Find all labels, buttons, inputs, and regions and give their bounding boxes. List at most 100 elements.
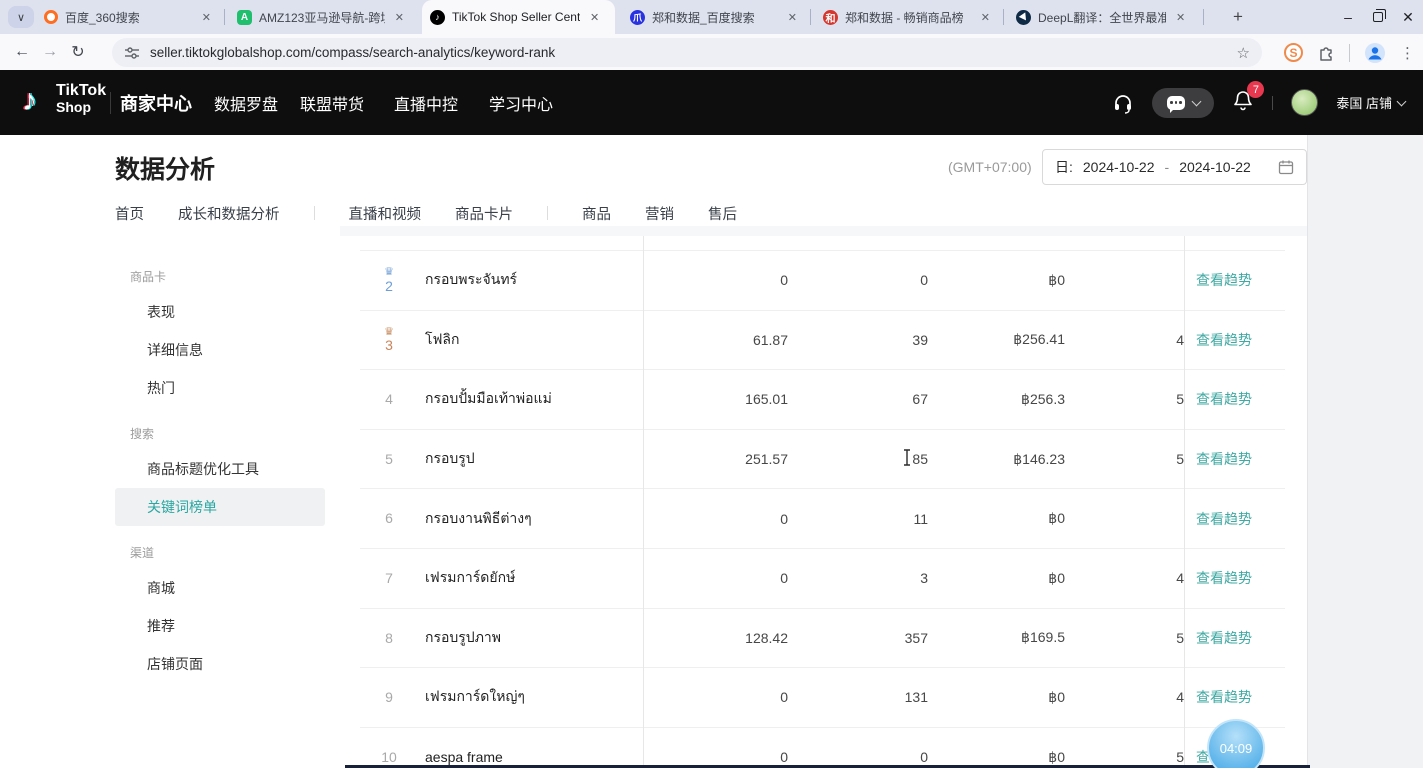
url-bar[interactable]: seller.tiktokglobalshop.com/compass/sear… [112,38,1262,67]
view-trend-link[interactable]: 查看趋势 [1196,251,1252,310]
sidebar-item-shop-page[interactable]: 店铺页面 [115,645,325,683]
tab-separator [314,206,315,220]
metric-value-1: 251.57 [660,430,788,489]
crown-icon: ♛ [384,267,394,279]
nav-seller-center[interactable]: 商家中心 [120,70,192,135]
url-text[interactable]: seller.tiktokglobalshop.com/compass/sear… [150,45,1227,60]
sidebar-item-performance[interactable]: 表现 [115,293,325,331]
tab-product[interactable]: 商品 [582,203,611,224]
shop-avatar[interactable] [1291,89,1318,116]
tab-home[interactable]: 首页 [115,203,144,224]
back-button[interactable]: ← [8,38,36,66]
zhenghe-favicon: 和 [823,10,838,25]
nav-learning-center[interactable]: 学习中心 [489,70,553,135]
chevron-down-icon [1397,96,1407,106]
sidebar-item-mall[interactable]: 商城 [115,569,325,607]
metric-value-1: 0 [660,489,788,548]
keyword-cell: เฟรมการ์ดยักษ์ [425,549,637,608]
table-row: 6 กรอบงานพิธีต่างๆ 3 0 11 ฿0 查看趋势 [360,489,1285,549]
new-tab-button[interactable]: + [1225,4,1251,30]
metric-value-1: 0 [660,668,788,727]
metric-value-1: 0 [660,728,788,768]
extension-s-icon[interactable]: S [1284,43,1303,62]
metric-value-2-text: 11 [913,511,928,527]
view-trend-link[interactable]: 查看趋势 [1196,668,1252,727]
sidebar-item-details[interactable]: 详细信息 [115,331,325,369]
keyword-cell: กรอบรูปภาพ [425,609,637,668]
browser-tab[interactable]: A AMZ123亚马逊导航-跨境 ✕ [229,0,415,34]
browser-tab[interactable]: DeepL翻译：全世界最准确 ✕ [1008,0,1198,34]
tab-close-icon[interactable]: ✕ [785,10,800,25]
view-trend-link[interactable]: 查看趋势 [1196,370,1252,429]
sidebar-item-recommend[interactable]: 推荐 [115,607,325,645]
metric-value-2: 131 [800,668,928,727]
reload-button[interactable]: ↻ [64,38,92,66]
sidebar-item-keyword-rank[interactable]: 关键词榜单 [115,488,325,526]
tab-search-button[interactable]: ∨ [8,6,34,28]
rank-value: 7 [385,571,393,586]
sidebar-item-trending[interactable]: 热门 [115,369,325,407]
headset-icon[interactable] [1112,92,1134,114]
rank-cell: 6 [360,489,418,548]
nav-data-compass[interactable]: 数据罗盘 [214,70,278,135]
logo-line2: Shop [56,100,106,115]
tiktok-logo-icon: ♪ [22,84,37,118]
view-trend-link[interactable]: 查看趋势 [1196,430,1252,489]
bookmark-star-icon[interactable]: ☆ [1237,44,1250,62]
view-trend-link[interactable]: 查看趋势 [1196,489,1252,548]
window-close-button[interactable]: ✕ [1393,0,1423,34]
notifications-button[interactable]: 7 [1232,89,1254,116]
site-settings-icon[interactable] [124,45,140,61]
keyword-cell: กรอบพระจันทร์ [425,251,637,310]
view-trend-link[interactable]: 查看趋势 [1196,549,1252,608]
extensions-puzzle-icon[interactable] [1317,44,1335,62]
date-range-picker[interactable]: 日: 2024-10-22 - 2024-10-22 [1042,149,1307,185]
metric-value-2: 0 [800,251,928,310]
clipped-right-value: 4 [1172,549,1184,608]
browser-menu-icon[interactable]: ⋮ [1400,44,1415,62]
view-trend-link[interactable]: 查看趋势 [1196,311,1252,370]
chevron-down-icon: ∨ [17,11,25,24]
tab-aftersale[interactable]: 售后 [708,203,737,224]
nav-live-center[interactable]: 直播中控 [394,70,458,135]
window-restore-button[interactable] [1363,0,1393,34]
tab-close-icon[interactable]: ✕ [199,10,214,25]
rank-value: 2 [385,279,393,294]
browser-tab-active[interactable]: ♪ TikTok Shop Seller Cente ✕ [422,0,615,34]
window-minimize-button[interactable]: – [1333,0,1363,34]
keyword-cell: กรอบปั้มมือเท้าพ่อแม่ [425,370,637,429]
date-separator: - [1165,159,1170,175]
forward-button[interactable]: → [36,38,64,66]
rank-value: 5 [385,452,393,467]
browser-toolbar: ← → ↻ seller.tiktokglobalshop.com/compas… [0,34,1423,70]
tab-close-icon[interactable]: ✕ [587,10,602,25]
rank-cell: ♛ 2 [360,251,418,310]
tab-growth-analytics[interactable]: 成长和数据分析 [178,203,280,224]
profile-icon[interactable] [1364,42,1386,64]
tab-marketing[interactable]: 营销 [645,203,674,224]
view-trend-link[interactable]: 查看趋势 [1196,609,1252,668]
floating-timer-badge[interactable]: 04:09 [1207,719,1265,768]
sidebar-item-title-optimizer[interactable]: 商品标题优化工具 [115,450,325,488]
messages-button[interactable] [1152,88,1214,118]
clipped-right-value: 4 [1172,668,1184,727]
tab-close-icon[interactable]: ✕ [978,10,993,25]
page-gutter [1307,135,1423,768]
metric-value-1: 165.01 [660,370,788,429]
rank-value: 4 [385,392,393,407]
keyword-cell: กรอบงานพิธีต่างๆ [425,489,637,548]
shop-switcher[interactable]: 泰国 店铺 [1336,93,1405,112]
tab-close-icon[interactable]: ✕ [1173,10,1188,25]
tab-separator [810,9,811,25]
browser-tab[interactable]: 百度_360搜索 ✕ [36,0,222,34]
clipped-left-value: 3 [643,668,650,727]
tab-close-icon[interactable]: ✕ [392,10,407,25]
tiktok-shop-logo[interactable]: TikTok Shop [56,82,106,115]
sidebar: 商品卡 表现 详细信息 热门 搜索 商品标题优化工具 关键词榜单 渠道 商城 推… [115,250,325,683]
browser-tab[interactable]: 和 郑和数据 - 畅销商品榜 ✕ [815,0,1001,34]
browser-tab[interactable]: 爪 郑和数据_百度搜索 ✕ [622,0,808,34]
tab-live-video[interactable]: 直播和视频 [349,203,422,224]
partial-row [360,236,1285,251]
tab-product-card[interactable]: 商品卡片 [455,203,513,224]
nav-affiliate[interactable]: 联盟带货 [300,70,364,135]
